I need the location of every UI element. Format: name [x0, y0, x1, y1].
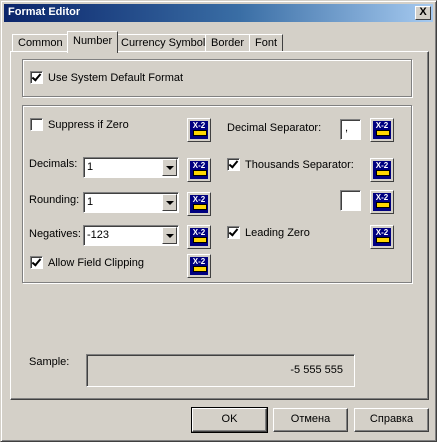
negatives-select[interactable]: -123 [83, 225, 179, 246]
checkbox-label: Suppress if Zero [48, 118, 129, 131]
sample-preview: -5 555 555 [86, 354, 355, 387]
format-editor-window: Format Editor X Common Number Currency S… [0, 0, 437, 442]
negatives-value: -123 [87, 229, 110, 241]
rounding-select[interactable]: 1 [83, 192, 179, 213]
checkbox-label: Leading Zero [245, 226, 310, 239]
tab-label: Border [211, 37, 245, 49]
decimals-value: 1 [87, 161, 94, 173]
checkbox-label: Allow Field Clipping [48, 256, 144, 269]
sample-label: Sample: [29, 356, 70, 368]
decimals-select[interactable]: 1 [83, 157, 179, 178]
window-title: Format Editor [8, 6, 81, 18]
rounding-formula-button[interactable]: X-2 [187, 192, 211, 216]
close-button[interactable]: X [415, 6, 431, 20]
checkbox-box [30, 256, 43, 269]
leading-zero-formula-button[interactable]: X-2 [370, 225, 394, 249]
tab-common[interactable]: Common [12, 34, 69, 52]
formula-icon: X-2 [190, 121, 208, 139]
tab-font[interactable]: Font [249, 34, 284, 52]
allow-field-clipping-checkbox[interactable]: Allow Field Clipping [30, 256, 144, 269]
allow-clipping-formula-button[interactable]: X-2 [187, 254, 211, 278]
formula-icon: X-2 [373, 161, 391, 179]
checkbox-box [30, 118, 43, 131]
negatives-formula-button[interactable]: X-2 [187, 225, 211, 249]
cancel-button[interactable]: Отмена [273, 408, 348, 432]
tab-label: Common [18, 37, 63, 49]
suppress-zero-formula-button[interactable]: X-2 [187, 118, 211, 142]
leading-zero-checkbox[interactable]: Leading Zero [227, 226, 310, 239]
help-button[interactable]: Справка [354, 408, 429, 432]
checkbox-box [227, 226, 240, 239]
suppress-if-zero-checkbox[interactable]: Suppress if Zero [30, 118, 129, 131]
decimals-formula-button[interactable]: X-2 [187, 158, 211, 182]
decimal-separator-field[interactable]: , [340, 119, 361, 140]
decimal-separator-formula-button[interactable]: X-2 [370, 118, 394, 142]
decimals-label: Decimals: [29, 158, 78, 170]
checkbox-box [227, 158, 240, 171]
title-bar: Format Editor X [4, 4, 433, 22]
ok-button[interactable]: OK [191, 407, 268, 433]
sample-value: -5 555 555 [290, 364, 343, 376]
use-system-default-checkbox[interactable]: Use System Default Format [30, 71, 183, 84]
checkbox-label: Use System Default Format [48, 71, 184, 84]
formula-icon: X-2 [190, 228, 208, 246]
chevron-down-icon[interactable] [162, 194, 177, 211]
tab-number[interactable]: Number [67, 31, 119, 53]
thousands-symbol-formula-button[interactable]: X-2 [370, 190, 394, 214]
chevron-down-icon[interactable] [162, 159, 177, 176]
tab-label: Font [255, 37, 278, 49]
decimal-separator-value: , [345, 122, 349, 134]
tab-label: Number [73, 35, 113, 47]
tab-label: Currency Symbol [121, 37, 206, 49]
tab-currency-symbol[interactable]: Currency Symbol [115, 34, 212, 52]
formula-icon: X-2 [373, 228, 391, 246]
thousands-separator-field[interactable] [340, 190, 361, 211]
checkbox-box [30, 71, 43, 84]
formula-icon: X-2 [373, 121, 391, 139]
tab-border[interactable]: Border [205, 34, 251, 52]
negatives-label: Negatives: [29, 228, 81, 240]
formula-icon: X-2 [190, 195, 208, 213]
thousands-separator-formula-button[interactable]: X-2 [370, 158, 394, 182]
formula-icon: X-2 [190, 257, 208, 275]
chevron-down-icon[interactable] [162, 227, 177, 244]
thousands-separator-checkbox[interactable]: Thousands Separator: [227, 158, 354, 171]
rounding-value: 1 [87, 196, 94, 208]
formula-icon: X-2 [373, 193, 391, 211]
checkbox-label: Thousands Separator: [245, 158, 354, 171]
rounding-label: Rounding: [29, 194, 80, 206]
decimal-separator-label: Decimal Separator: [227, 122, 322, 134]
formula-icon: X-2 [190, 161, 208, 179]
